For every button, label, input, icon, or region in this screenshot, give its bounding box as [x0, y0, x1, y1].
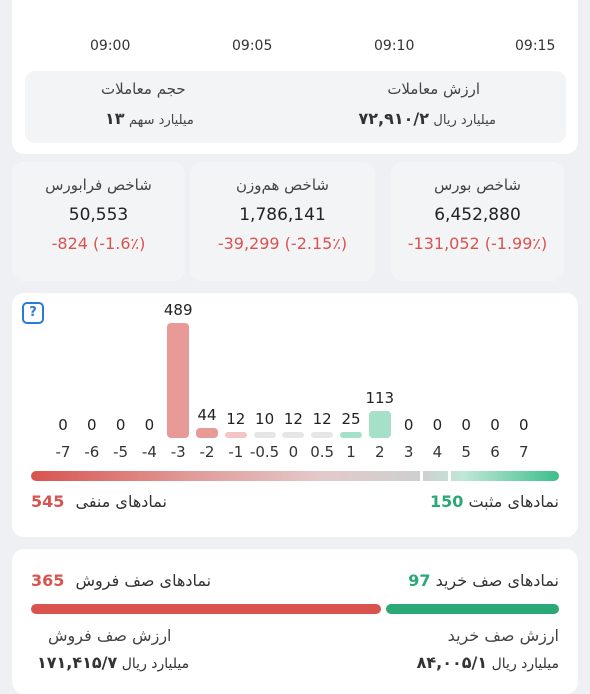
index-title: شاخص فرابورس	[45, 176, 152, 194]
trade-value: میلیارد ریال ۷۲,۹۱۰/۲	[352, 109, 496, 128]
trade-volume-title: حجم معاملات	[101, 80, 186, 98]
negative-label: نمادهای منفی	[75, 492, 167, 511]
histogram-bar[interactable]	[196, 427, 218, 438]
histogram-bin-label: 7	[519, 443, 529, 461]
gradient-divider	[448, 469, 451, 483]
histogram-count-label: 0	[144, 416, 155, 434]
histogram-bar[interactable]	[167, 323, 190, 438]
gradient-divider	[420, 469, 423, 483]
buy-queue-value-number: ۸۴,۰۰۵/۱	[416, 653, 488, 672]
histogram-bar[interactable]	[368, 411, 391, 438]
histogram-count-label: 0	[519, 416, 529, 434]
queue-summary-card: 365 نمادهای صف فروش نمادهای صف خرید 97 ا…	[12, 549, 578, 694]
positive-count: 150	[429, 492, 464, 511]
sell-queue-value-number: ۱۷۱,۴۱۵/۷	[37, 653, 118, 672]
index-change: -39,299 (-2.15٪)	[217, 234, 348, 253]
intraday-chart-card: 09:00 09:05 09:10 09:15 ارزش معاملات میل…	[12, 0, 578, 154]
index-value: 1,786,141	[239, 205, 326, 225]
index-title: شاخص بورس	[433, 176, 522, 194]
histogram-bar[interactable]	[282, 432, 305, 438]
histogram-bar[interactable]	[311, 432, 334, 438]
sell-queue-count: 365	[31, 571, 65, 590]
trade-volume-number: ۱۳	[105, 109, 125, 128]
help-icon[interactable]: ?	[22, 302, 44, 324]
buy-queue-label: نمادهای صف خرید	[435, 571, 559, 590]
buy-queue-summary: نمادهای صف خرید 97	[402, 571, 559, 590]
price-change-histogram-card: ? -7 0 -6 0 -5 0 -4 0 -3 489 -2 44 -1 12 -0.5 10 0 12 0.5 1…	[12, 293, 578, 537]
histogram-count-label: 489	[163, 301, 193, 319]
index-value: 50,553	[68, 205, 129, 225]
trade-value-number: ۷۲,۹۱۰/۲	[358, 109, 429, 128]
index-card-bourse[interactable]: شاخص بورس 6,452,880 -131,052 (-1.99٪)	[391, 162, 564, 281]
index-card-equal-weight[interactable]: شاخص هم‌وزن 1,786,141 -39,299 (-2.15٪)	[190, 162, 375, 281]
histogram-bar[interactable]	[340, 432, 362, 438]
negative-symbols-summary: 545 نمادهای منفی	[31, 492, 167, 511]
buy-queue-value-title: ارزش صف خرید	[447, 626, 559, 645]
histogram-count-label: 113	[365, 389, 395, 408]
trade-volume: میلیارد سهم ۱۳	[99, 109, 194, 128]
buy-queue-value-unit: میلیارد ریال	[491, 656, 559, 672]
trade-value-title: ارزش معاملات	[387, 80, 480, 98]
histogram-count-label: 25	[341, 410, 361, 428]
histogram-bar[interactable]	[253, 432, 276, 438]
positive-symbols-summary: نمادهای مثبت 150	[424, 492, 559, 511]
sell-queue-value: میلیارد ریال ۱۷۱,۴۱۵/۷	[31, 653, 189, 672]
buy-queue-count: 97	[408, 571, 431, 590]
index-value: 6,452,880	[434, 205, 521, 225]
time-tick: 09:05	[232, 38, 273, 54]
sell-queue-label: نمادهای صف فروش	[75, 571, 212, 590]
index-title: شاخص هم‌وزن	[236, 176, 329, 194]
trade-volume-unit: میلیارد سهم	[128, 113, 194, 128]
histogram-bar[interactable]	[224, 432, 247, 438]
index-card-farabourse[interactable]: شاخص فرابورس 50,553 -824 (-1.6٪)	[12, 162, 185, 281]
buy-queue-value: میلیارد ریال ۸۴,۰۰۵/۱	[411, 653, 559, 672]
trade-value-unit: میلیارد ریال	[433, 113, 496, 128]
negative-count: 545	[31, 492, 65, 511]
time-tick: 09:10	[374, 38, 415, 54]
sell-queue-value-unit: میلیارد ریال	[121, 656, 190, 672]
sell-queue-value-title: ارزش صف فروش	[48, 626, 172, 645]
time-tick: 09:15	[515, 38, 556, 54]
positive-label: نمادهای مثبت	[468, 492, 559, 511]
buy-queue-bar	[386, 604, 559, 614]
index-change: -131,052 (-1.99٪)	[407, 234, 548, 253]
index-change: -824 (-1.6٪)	[51, 234, 146, 253]
time-tick: 09:00	[90, 38, 131, 54]
sell-queue-summary: 365 نمادهای صف فروش	[31, 571, 211, 590]
trade-summary-box: ارزش معاملات میلیارد ریال ۷۲,۹۱۰/۲ حجم م…	[25, 71, 566, 143]
sell-queue-bar	[31, 604, 381, 614]
sentiment-gradient-bar	[31, 471, 559, 481]
